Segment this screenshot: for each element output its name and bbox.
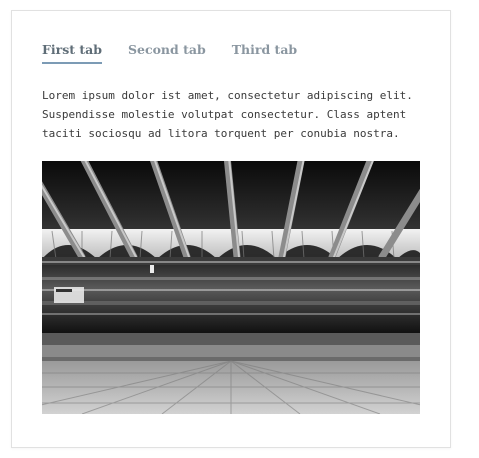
tab-panel-card: First tab Second tab Third tab Lorem ips… [11, 10, 451, 448]
tab-first[interactable]: First tab [42, 42, 102, 64]
tab-bar: First tab Second tab Third tab [42, 42, 297, 64]
tab-second[interactable]: Second tab [128, 42, 206, 64]
tab-third[interactable]: Third tab [232, 42, 297, 64]
tab-content-text: Lorem ipsum dolor ist amet, consectetur … [42, 89, 413, 140]
subway-station-photo [42, 161, 420, 414]
